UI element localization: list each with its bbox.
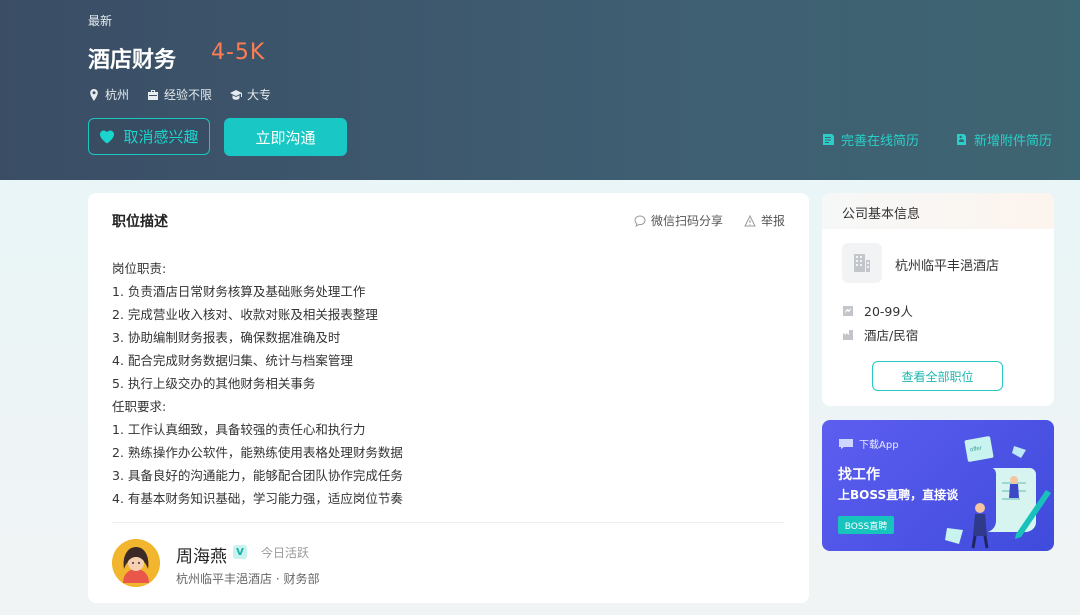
banner-headline: 找工作 — [838, 467, 880, 483]
heart-icon — [100, 130, 115, 143]
desc-line: 1. 工作认真细致，具备较强的责任心和执行力 — [112, 422, 366, 437]
improve-resume-link[interactable]: 完善在线简历 — [822, 130, 919, 149]
desc-line: 4. 配合完成财务数据归集、统计与档案管理 — [112, 353, 353, 368]
briefcase-icon — [148, 89, 159, 100]
meta-education-text: 大专 — [247, 88, 272, 102]
job-hero-banner: 最新 酒店财务 4-5K 杭州 经验不限 大专 取消感兴趣 立即沟通 完善在线简… — [0, 0, 1080, 180]
company-info-card: 公司基本信息 杭州临平丰浥酒店 20-99人 酒店/民宿 查看全部职位 — [822, 193, 1054, 406]
company-industry-text: 酒店/民宿 — [864, 328, 919, 343]
job-offer-illustration-icon: offer — [945, 436, 1051, 549]
company-name[interactable]: 杭州临平丰浥酒店 — [895, 255, 999, 274]
location-icon — [90, 88, 98, 101]
meta-city: 杭州 — [88, 86, 129, 103]
recruiter-active-status: 今日活跃 — [261, 546, 310, 560]
add-attachment-resume-link[interactable]: 新增附件简历 — [955, 130, 1052, 149]
view-all-jobs-button[interactable]: 查看全部职位 — [872, 361, 1003, 391]
wechat-share-label: 微信扫码分享 — [651, 214, 724, 228]
chart-icon — [843, 305, 853, 316]
job-description-text: 岗位职责: 1. 负责酒店日常财务核算及基础账务处理工作 2. 完成营业收入核对… — [112, 257, 403, 510]
boss-tag: BOSS直聘 — [838, 516, 894, 534]
recruiter-company: 杭州临平丰浥酒店 · 财务部 — [176, 572, 320, 586]
resume-icon — [823, 134, 834, 145]
desc-line: 3. 具备良好的沟通能力，能够配合团队协作完成任务 — [112, 468, 403, 483]
improve-resume-label: 完善在线简历 — [841, 134, 920, 149]
company-info-header: 公司基本信息 — [822, 193, 1054, 229]
cancel-interest-label: 取消感兴趣 — [123, 128, 199, 146]
desc-line: 任职要求: — [112, 399, 167, 414]
wechat-share-button[interactable]: 微信扫码分享 — [634, 212, 723, 229]
graduation-cap-icon — [230, 89, 243, 100]
job-meta: 杭州 经验不限 大专 — [88, 86, 271, 103]
banner-subline: 上BOSS直聘，直接谈 — [838, 488, 959, 502]
meta-education: 大专 — [230, 86, 271, 103]
report-button[interactable]: 举报 — [744, 212, 785, 229]
meta-city-text: 杭州 — [105, 88, 130, 102]
company-size: 20-99人 — [842, 301, 913, 320]
divider — [112, 522, 784, 523]
desc-line: 2. 完成营业收入核对、收款对账及相关报表整理 — [112, 307, 378, 322]
job-description-card: 职位描述 微信扫码分享 举报 岗位职责: 1. 负责酒店日常财务核算及基础账务处… — [88, 193, 809, 603]
report-label: 举报 — [761, 214, 786, 228]
desc-line: 3. 协助编制财务报表，确保数据准确及时 — [112, 330, 341, 345]
avatar-illustration-icon — [112, 539, 160, 587]
desc-line: 1. 负责酒店日常财务核算及基础账务处理工作 — [112, 284, 366, 299]
recruiter-name: 周海燕 — [176, 547, 227, 567]
cancel-interest-button[interactable]: 取消感兴趣 — [88, 118, 210, 155]
desc-line: 4. 有基本财务知识基础，学习能力强，适应岗位节奏 — [112, 491, 403, 506]
salary: 4-5K — [211, 40, 266, 65]
download-app-label: 下载App — [838, 436, 899, 451]
meta-experience: 经验不限 — [147, 86, 212, 103]
attachment-resume-icon — [957, 134, 966, 145]
new-badge: 最新 — [88, 14, 113, 28]
add-attachment-resume-label: 新增附件简历 — [974, 134, 1053, 149]
verified-badge: V — [233, 545, 247, 559]
download-app-banner[interactable]: 下载App 找工作 上BOSS直聘，直接谈 BOSS直聘 offer — [822, 420, 1054, 551]
company-info-title: 公司基本信息 — [842, 207, 921, 222]
meta-experience-text: 经验不限 — [164, 88, 213, 102]
warning-icon — [744, 214, 756, 226]
chat-now-button[interactable]: 立即沟通 — [224, 118, 347, 156]
company-size-text: 20-99人 — [864, 304, 913, 319]
download-app-text: 下载App — [859, 440, 899, 451]
desc-line: 岗位职责: — [112, 261, 167, 276]
desc-line: 2. 熟练操作办公软件，能熟练使用表格处理财务数据 — [112, 445, 403, 460]
recruiter-avatar[interactable] — [112, 539, 160, 587]
chat-bubble-icon — [634, 214, 646, 227]
message-icon — [839, 438, 853, 449]
job-title: 酒店财务 — [88, 48, 177, 73]
company-industry: 酒店/民宿 — [842, 325, 918, 344]
desc-line: 5. 执行上级交办的其他财务相关事务 — [112, 376, 316, 391]
company-logo[interactable] — [842, 243, 882, 283]
building-icon — [854, 254, 870, 272]
industry-icon — [843, 329, 853, 340]
job-description-title: 职位描述 — [112, 214, 168, 230]
